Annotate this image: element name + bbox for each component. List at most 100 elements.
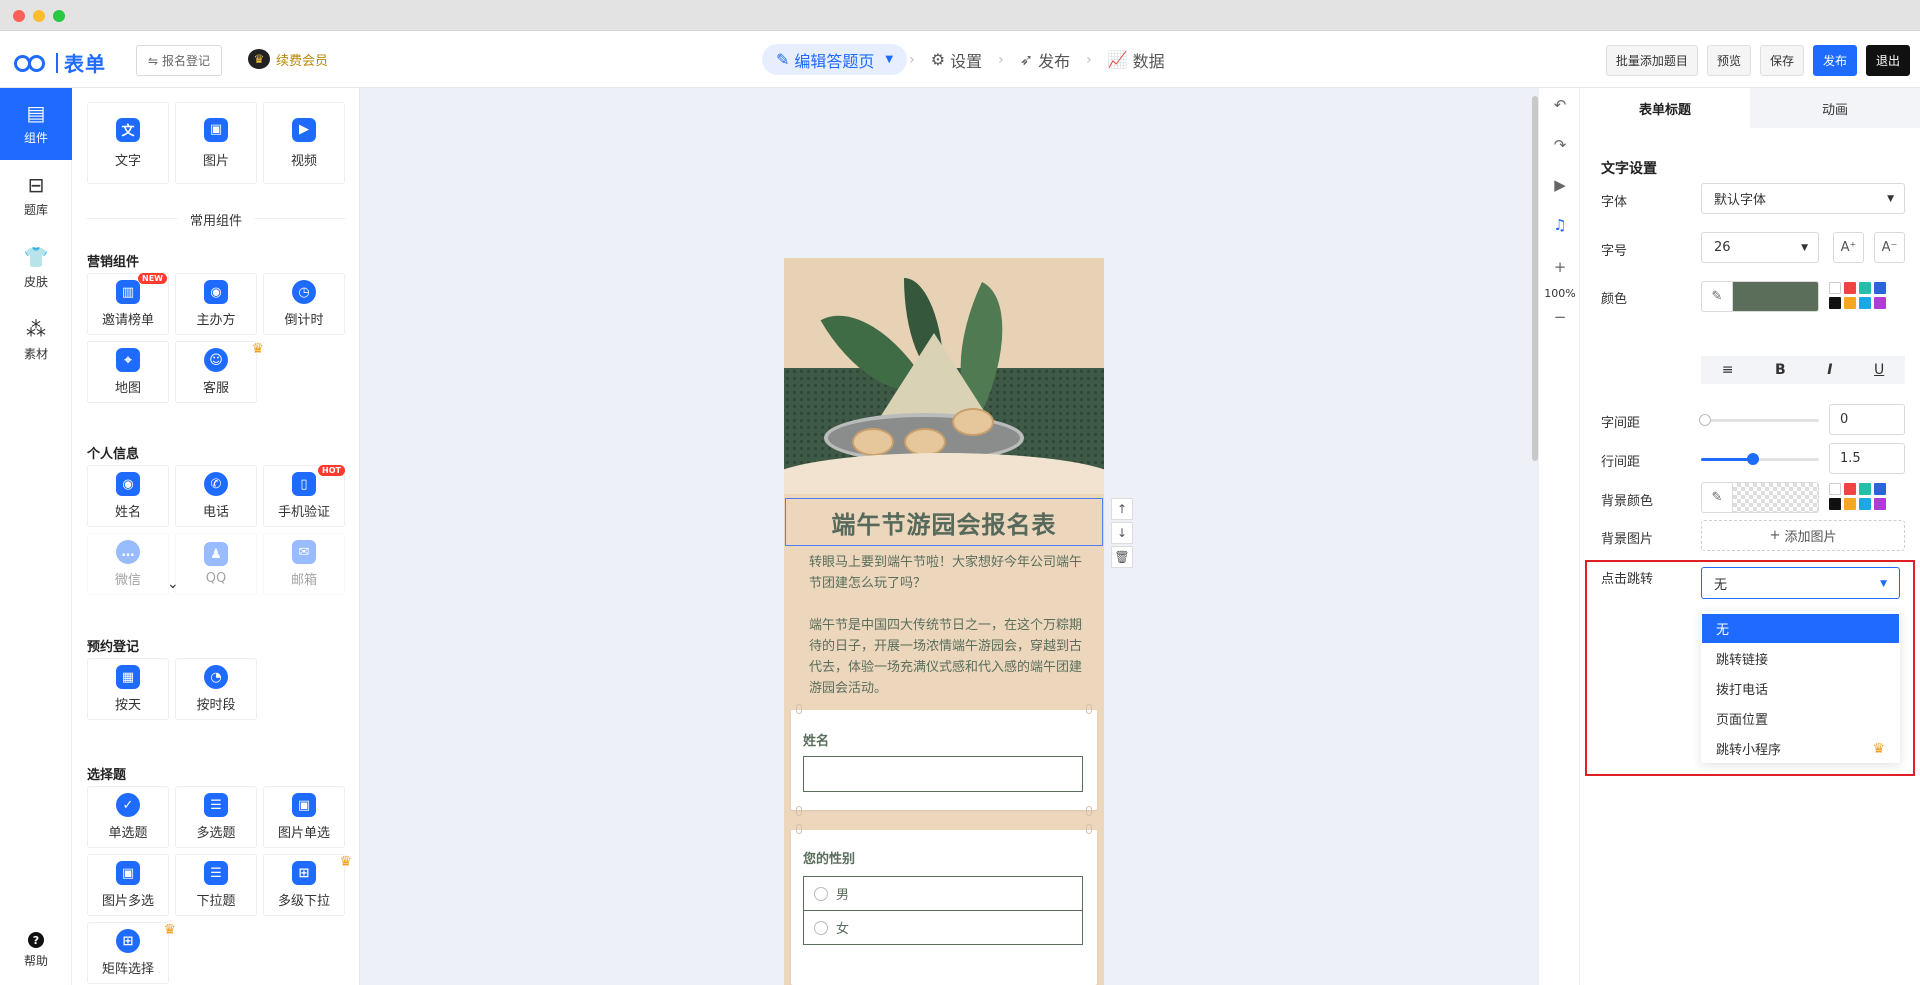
play-icon[interactable]: ▶	[1539, 176, 1581, 194]
save-button[interactable]: 保存	[1759, 45, 1804, 76]
component-email[interactable]: ✉ 邮箱	[263, 533, 345, 595]
component-customer-service[interactable]: ♛ ☺ 客服	[175, 341, 264, 403]
color-swatch[interactable]	[1844, 282, 1856, 294]
trash-icon[interactable]: 🗑	[1111, 546, 1133, 568]
form-description[interactable]: 转眼马上要到端午节啦！大家想好今年公司端午节团建怎么玩了吗？ 端午节是中国四大传…	[809, 552, 1087, 720]
color-swatch[interactable]	[1874, 498, 1886, 510]
zoom-out-icon[interactable]: −	[1539, 308, 1581, 326]
component-dropdown[interactable]: ☰ 下拉题	[175, 854, 257, 916]
exit-button[interactable]: 退出	[1865, 45, 1910, 76]
font-size-decrease-button[interactable]: A⁻	[1874, 232, 1905, 263]
component-cascade-dropdown[interactable]: ♛ ⊞ 多级下拉	[263, 854, 352, 916]
help-link[interactable]: ? 帮助	[0, 932, 72, 969]
color-swatch[interactable]	[1859, 498, 1871, 510]
component-multi-choice[interactable]: ☰ 多选题	[175, 786, 257, 848]
component-phone-verify[interactable]: HOT ▯ 手机验证	[263, 465, 345, 527]
color-swatch[interactable]	[1874, 297, 1886, 309]
jump-option-none[interactable]: 无	[1702, 614, 1899, 643]
app-logo[interactable]: 表单	[14, 48, 106, 77]
add-image-button[interactable]: + 添加图片	[1701, 520, 1905, 551]
gender-option-female[interactable]: 女	[803, 910, 1083, 945]
jump-option-mini-program[interactable]: 跳转小程序 ♛	[1702, 734, 1899, 763]
color-swatch[interactable]	[1859, 282, 1871, 294]
color-swatch[interactable]	[1874, 483, 1886, 495]
component-video[interactable]: ▶ 视频	[263, 102, 345, 184]
component-countdown[interactable]: ◷ 倒计时	[263, 273, 345, 335]
preview-button[interactable]: 预览	[1706, 45, 1751, 76]
step-publish[interactable]: ➶ 发布	[1006, 44, 1084, 75]
expand-chevron-icon[interactable]: ⌄	[167, 576, 179, 592]
component-single-choice[interactable]: ✓ 单选题	[87, 786, 169, 848]
jump-option-link[interactable]: 跳转链接	[1702, 644, 1899, 673]
component-image[interactable]: ▣ 图片	[175, 102, 257, 184]
text-color-swatch[interactable]	[1733, 281, 1819, 312]
component-text[interactable]: 文 文字	[87, 102, 169, 184]
name-input[interactable]	[803, 756, 1083, 792]
component-by-day[interactable]: ▦ 按天	[87, 658, 169, 720]
undo-icon[interactable]: ↶	[1539, 96, 1581, 114]
color-swatch[interactable]	[1844, 498, 1856, 510]
component-phone[interactable]: ✆ 电话	[175, 465, 257, 527]
question-gender[interactable]: 您的性别 男 女	[791, 830, 1097, 985]
nav-components[interactable]: ▤ 组件	[0, 88, 72, 160]
color-swatch[interactable]	[1829, 483, 1841, 495]
align-center-icon[interactable]: ≡	[1722, 362, 1734, 378]
gender-option-male[interactable]: 男	[803, 876, 1083, 911]
step-edit[interactable]: ✎ 编辑答题页 ▼	[762, 44, 908, 75]
color-swatch[interactable]	[1844, 483, 1856, 495]
font-select[interactable]: 默认字体 ▼	[1701, 183, 1905, 214]
component-by-slot[interactable]: ◔ 按时段	[175, 658, 257, 720]
component-image-multi[interactable]: ▣ 图片多选	[87, 854, 169, 916]
component-wechat[interactable]: … 微信	[87, 533, 169, 595]
minimize-window-button[interactable]	[33, 10, 45, 22]
publish-button[interactable]: 发布	[1812, 45, 1857, 76]
tab-form-title[interactable]: 表单标题	[1580, 88, 1750, 128]
slider-handle[interactable]	[1747, 453, 1759, 465]
color-swatch[interactable]	[1829, 498, 1841, 510]
underline-icon[interactable]: U	[1874, 362, 1884, 378]
move-down-icon[interactable]: ↓	[1111, 522, 1133, 544]
color-swatch[interactable]	[1859, 483, 1871, 495]
close-window-button[interactable]	[13, 10, 25, 22]
color-swatch[interactable]	[1859, 297, 1871, 309]
line-height-slider[interactable]	[1701, 453, 1819, 465]
move-up-icon[interactable]: ↑	[1111, 498, 1133, 520]
letter-spacing-slider[interactable]	[1699, 414, 1819, 426]
component-organizer[interactable]: ◉ 主办方	[175, 273, 257, 335]
nav-question-bank[interactable]: ⊟ 题库	[0, 160, 72, 232]
question-name[interactable]: 姓名	[791, 710, 1097, 810]
color-swatch[interactable]	[1874, 282, 1886, 294]
color-swatch[interactable]	[1829, 297, 1841, 309]
step-settings[interactable]: ⚙ 设置	[917, 44, 996, 75]
jump-option-page-position[interactable]: 页面位置	[1702, 704, 1899, 733]
click-jump-select[interactable]: 无 ▼	[1701, 567, 1900, 599]
bg-color-swatch[interactable]	[1733, 482, 1819, 513]
music-icon[interactable]: ♫	[1539, 216, 1581, 234]
component-matrix[interactable]: ♛ ⊞ 矩阵选择	[87, 922, 176, 984]
letter-spacing-input[interactable]: 0	[1829, 404, 1905, 435]
step-data[interactable]: 📈 数据	[1094, 44, 1179, 75]
component-qq[interactable]: ♟ QQ	[175, 533, 257, 595]
tab-animation[interactable]: 动画	[1750, 88, 1920, 128]
slider-handle[interactable]	[1699, 414, 1711, 426]
maximize-window-button[interactable]	[53, 10, 65, 22]
nav-skin[interactable]: 👕 皮肤	[0, 232, 72, 304]
color-swatch[interactable]	[1844, 297, 1856, 309]
eyedropper-icon[interactable]: ✎	[1701, 482, 1733, 513]
jump-option-call[interactable]: 拨打电话	[1702, 674, 1899, 703]
component-map[interactable]: ⌖ 地图	[87, 341, 169, 403]
font-size-select[interactable]: 26 ▼	[1701, 232, 1819, 263]
form-name-button[interactable]: ⇋ 报名登记	[136, 45, 222, 76]
component-name[interactable]: ◉ 姓名	[87, 465, 169, 527]
form-title[interactable]: 端午节游园会报名表	[785, 498, 1103, 546]
eyedropper-icon[interactable]: ✎	[1701, 281, 1733, 312]
color-swatch[interactable]	[1829, 282, 1841, 294]
font-size-increase-button[interactable]: A⁺	[1833, 232, 1864, 263]
component-invite-ranking[interactable]: NEW ▥ 邀请榜单	[87, 273, 169, 335]
italic-icon[interactable]: I	[1827, 362, 1832, 378]
line-height-input[interactable]: 1.5	[1829, 443, 1905, 474]
zoom-in-icon[interactable]: +	[1539, 258, 1581, 276]
batch-add-button[interactable]: 批量添加题目	[1605, 45, 1698, 76]
vip-renew-link[interactable]: ♛ 续费会员	[248, 49, 328, 69]
bold-icon[interactable]: B	[1775, 362, 1786, 378]
